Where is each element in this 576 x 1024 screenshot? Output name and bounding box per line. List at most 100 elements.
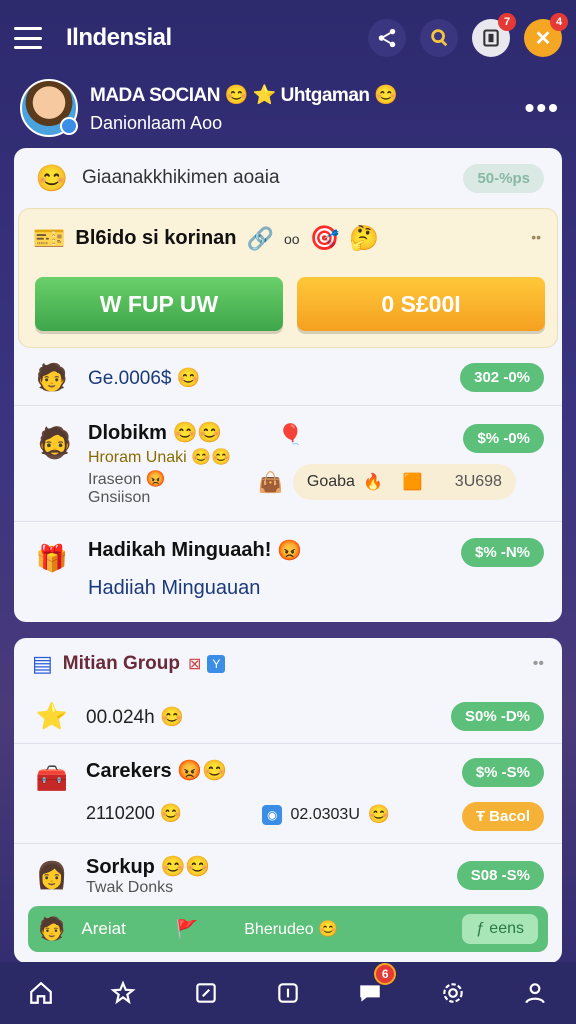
row-title: Carekers 😡😊 (86, 760, 227, 782)
inbox-badge: 7 (498, 13, 516, 31)
list-item[interactable]: 🎁 Hadikah Minguaah! 😡 Hadiiah Minguauan … (14, 522, 562, 622)
emoji-icon: 😊 (367, 804, 391, 824)
main-card: 😊 Giaanakkhikimen aoaia 50-%ps 🎫 Bl6ido … (14, 148, 562, 622)
group-card: ▤ Mitian Group ⊠ Y •• ⭐ 00.024h 😊 S0% -D… (14, 638, 562, 963)
settings-icon[interactable] (433, 973, 473, 1013)
group-title: Mitian Group (62, 653, 180, 674)
link-icon: 🔗 (246, 225, 274, 251)
star-icon[interactable] (103, 973, 143, 1013)
group-dots[interactable]: •• (533, 655, 544, 673)
row-text: Dlobikm 😊😊 Hroram Unaki 😊😊 Iraseon 😡 Gns… (88, 420, 278, 507)
chip-label: Goaba (306, 473, 355, 490)
home-icon[interactable] (21, 973, 61, 1013)
balloon-icon: 🎈 (278, 424, 303, 446)
row-title: Dlobikm 😊😊 (88, 422, 223, 444)
chip-row: 👜 Goaba 🔥 🟧 3U698 (258, 464, 516, 500)
emoji-pair-icon: 😊 (35, 162, 69, 193)
row-pill: $% -S% (461, 758, 544, 787)
promo-panel: 🎫 Bl6ido si korinan 🔗 oo 🎯 🤔 •• W FUP UW… (18, 208, 558, 348)
footer-left: Areiat (81, 919, 126, 938)
card-header: 😊 Giaanakkhikimen aoaia 50-%ps (14, 148, 562, 208)
chest-icon: 🧰 (35, 762, 69, 793)
app-title: Ilndensial (66, 24, 172, 51)
row-pill: 302 -0% (460, 363, 544, 392)
edit-icon[interactable] (186, 973, 226, 1013)
row-line3: Iraseon 😡 (88, 471, 166, 488)
list-item[interactable]: 🧔 Dlobikm 😊😊 Hroram Unaki 😊😊 Iraseon 😡 G… (14, 406, 562, 522)
mid-value: 02.0303U (290, 805, 360, 823)
row-title: Hadikah Minguaah! (88, 539, 272, 561)
profile-subtitle: Danionlaam Aoo (90, 112, 223, 133)
list-item[interactable]: 🧑 Ge.0006$ 😊 302 -0% (14, 350, 562, 406)
row-subtitle: Hadiiah Minguauan (88, 577, 261, 599)
user-avatar-icon: 🧑 (38, 916, 66, 941)
row-pill: S0% -D% (450, 702, 544, 731)
row-title: Sorkup 😊😊 (86, 855, 211, 878)
mid-value-row: ◉ 02.0303U 😊 (262, 804, 390, 825)
tag-icon: 🟧 (402, 474, 423, 491)
row-amount: 00.024h 😊 (86, 706, 184, 728)
row-pill: $% -N% (460, 538, 544, 567)
row-pill: S08 -S% (456, 860, 544, 890)
promo-title: Bl6ido si korinan (75, 227, 237, 249)
row-amount: Ge.0006$ 😊 (88, 367, 201, 389)
footer-button[interactable]: ƒ eens (461, 914, 538, 944)
profile-header: MADA SOCIAN 😊 ⭐ Uhtgaman 😊 Danionlaam Ao… (20, 78, 560, 138)
row-pill: $% -0% (463, 424, 544, 453)
verified-icon: Y (207, 655, 226, 673)
info-icon[interactable] (268, 973, 308, 1013)
ticket-icon: 🎫 (33, 223, 66, 253)
value-chip[interactable]: Goaba 🔥 🟧 3U698 (292, 464, 516, 500)
row-button[interactable]: Ŧ Bacol (461, 802, 544, 831)
verified-icon (60, 117, 78, 135)
target-icon: 🎯 (309, 225, 340, 252)
search-icon[interactable] (420, 19, 458, 57)
gift-icon: 🎁 (35, 542, 69, 573)
more-options-icon[interactable]: ••• (525, 92, 560, 124)
profile-text: MADA SOCIAN 😊 ⭐ Uhtgaman 😊 Danionlaam Ao… (90, 83, 398, 134)
header-pill: 50-%ps (463, 163, 544, 193)
row-text: Hadikah Minguaah! 😡 Hadiiah Minguauan (88, 538, 302, 600)
top-icons: 7 ✕ 4 (368, 13, 568, 57)
list-item[interactable]: 🧰 Carekers 😡😊 2110200 😊 $% -S% ◉ 02.0303… (14, 744, 562, 844)
chat-badge: 6 (374, 963, 397, 985)
profile-icon[interactable] (515, 973, 555, 1013)
card-header-label: Giaanakkhikimen aoaia (82, 167, 280, 188)
coin-icon: ◉ (262, 804, 283, 825)
list-item[interactable]: 👩 Sorkup 😊😊 Twak Donks S08 -S% (14, 844, 562, 906)
group-header: ▤ Mitian Group ⊠ Y •• (14, 638, 562, 690)
promo-dots[interactable]: •• (531, 229, 541, 245)
inbox-icon[interactable]: 7 (472, 13, 516, 57)
top-bar: Ilndensial 7 ✕ 4 (0, 0, 576, 76)
menu-icon[interactable] (14, 27, 42, 49)
thinking-icon: 🤔 (349, 225, 380, 252)
profile-name: MADA SOCIAN 😊 ⭐ Uhtgaman 😊 (90, 84, 398, 106)
close-icon[interactable]: ✕ 4 (524, 13, 568, 57)
orange-action-button[interactable]: 0 S£00I (297, 277, 545, 331)
promo-small: oo (283, 230, 300, 247)
row-text: Sorkup 😊😊 Twak Donks (86, 854, 210, 897)
chat-icon[interactable]: 6 (350, 963, 397, 1013)
chip-value: 3U698 (454, 473, 502, 490)
list-item[interactable]: ⭐ 00.024h 😊 S0% -D% (14, 690, 562, 744)
user-avatar-icon: 🧑 (35, 362, 69, 392)
row-text: Carekers 😡😊 2110200 😊 (86, 758, 227, 824)
flag-icon: 🚩 (175, 918, 199, 939)
promo-title-row: 🎫 Bl6ido si korinan 🔗 oo 🎯 🤔 (33, 223, 379, 254)
footer-mid: Bherudeo 😊 (244, 921, 339, 938)
bag-icon: 👜 (258, 471, 283, 494)
green-footer-bar: 🧑 Areiat 🚩 Bherudeo 😊 ƒ eens (28, 906, 548, 952)
row-amount: 2110200 😊 (86, 803, 183, 823)
row-line4: Gnsiison (88, 489, 151, 506)
row-subtitle: Twak Donks (86, 878, 174, 896)
close-badge: 4 (550, 13, 568, 31)
row-line2: Hroram Unaki 😊😊 (88, 449, 231, 466)
green-action-button[interactable]: W FUP UW (35, 277, 283, 331)
share-icon[interactable] (368, 19, 406, 57)
user-avatar-icon: 👩 (35, 859, 69, 890)
star-icon: ⭐ (35, 701, 69, 731)
fire-icon: 🔥 (362, 474, 383, 491)
avatar[interactable] (20, 79, 78, 137)
bottom-nav: 6 (0, 962, 576, 1024)
angry-icon: 😡 (277, 540, 303, 562)
